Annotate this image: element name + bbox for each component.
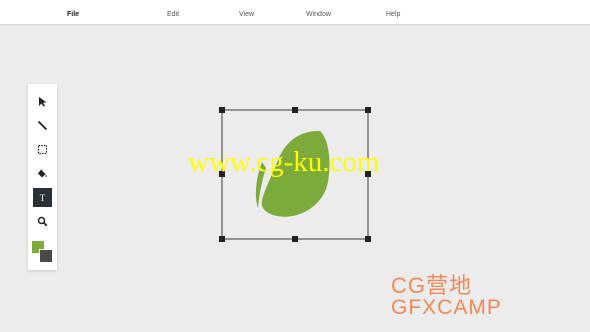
logo-line-2: GFXCAMP (391, 296, 502, 319)
watermark-text: www.cg-ku.com (188, 146, 380, 178)
